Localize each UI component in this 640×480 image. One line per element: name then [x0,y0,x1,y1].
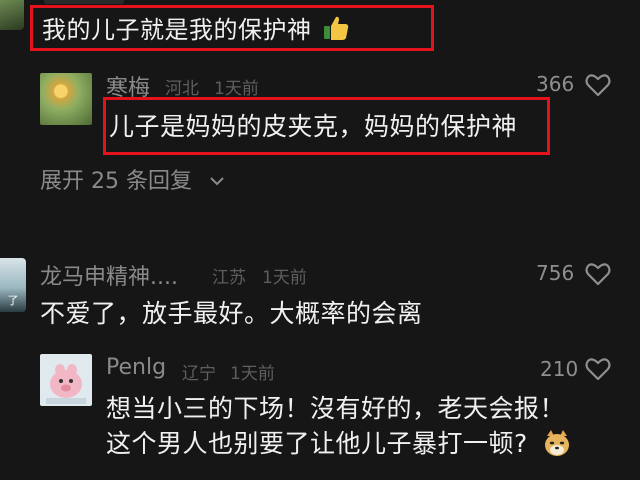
avatar[interactable] [40,73,92,125]
avatar[interactable] [40,354,92,406]
like-count: 210 [540,357,579,381]
location: 辽宁 [182,364,216,384]
heart-icon[interactable] [585,73,611,101]
timestamp: 1天前 [262,268,307,288]
chevron-down-icon [209,167,225,192]
thumbs-up-icon [322,14,350,48]
reply-text: 儿子是妈妈的皮夹克，妈妈的保护神 [109,112,518,141]
reply-text-line-1: 想当小三的下场！沒有好的，老天会报！ [106,394,566,423]
comment-text: 不爱了，放手最好。大概率的会离 [40,299,423,328]
location: 江苏 [212,268,246,288]
username[interactable]: 龙马申精神.... [40,259,178,291]
doge-icon [542,428,572,464]
avatar[interactable] [0,0,24,30]
heart-icon[interactable] [585,262,611,290]
heart-icon[interactable] [585,357,611,385]
like-count: 756 [536,261,575,285]
timestamp: 1天前 [230,364,275,384]
avatar[interactable]: 了 [0,258,26,312]
timestamp: 1天前 [214,79,259,99]
location: 河北 [165,79,199,99]
expand-replies-button[interactable]: 展开 25 条回复 [40,163,225,195]
reply-text-line-2: 这个男人也别要了让他儿子暴打一顿? [106,424,572,464]
like-count: 366 [536,72,575,96]
username-fragment [44,0,124,4]
comment-text: 我的儿子就是我的保护神 [42,10,350,48]
username[interactable]: Penlg [106,355,166,380]
